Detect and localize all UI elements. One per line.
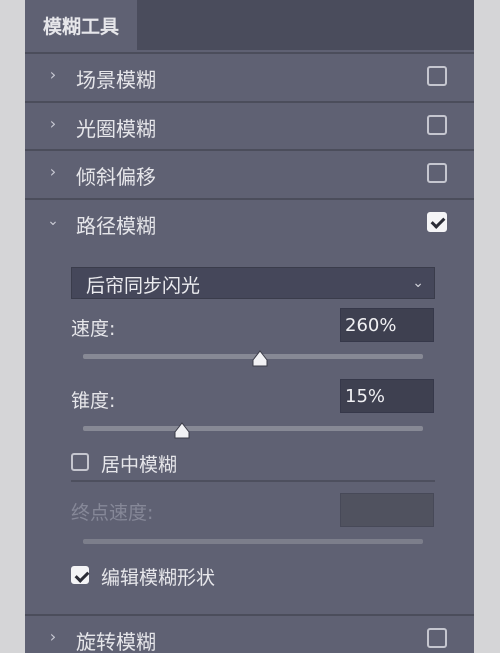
- dropdown-value: 后帘同步闪光: [86, 275, 201, 297]
- blur-preset-dropdown[interactable]: 后帘同步闪光 ⌄: [71, 267, 435, 299]
- end-speed-slider-track: [83, 539, 423, 544]
- centered-blur-checkbox[interactable]: [71, 453, 89, 471]
- section-label: 倾斜偏移: [76, 165, 156, 189]
- field-blur-checkbox[interactable]: [427, 66, 447, 86]
- triangle-handle-icon[interactable]: [173, 422, 191, 440]
- section-path-blur[interactable]: ⌄ 路径模糊: [25, 198, 474, 246]
- end-speed-label: 终点速度:: [71, 502, 154, 524]
- chevron-right-icon[interactable]: ›: [45, 116, 61, 132]
- chevron-right-icon[interactable]: ›: [45, 67, 61, 83]
- edit-blur-shapes-label: 编辑模糊形状: [101, 567, 216, 589]
- section-field-blur[interactable]: › 场景模糊: [25, 52, 474, 100]
- chevron-right-icon[interactable]: ›: [45, 164, 61, 180]
- section-label: 路径模糊: [76, 214, 156, 238]
- section-iris-blur[interactable]: › 光圈模糊: [25, 101, 474, 149]
- section-tilt-shift[interactable]: › 倾斜偏移: [25, 149, 474, 197]
- centered-blur-label: 居中模糊: [101, 454, 178, 476]
- chevron-right-icon[interactable]: ›: [45, 629, 61, 645]
- taper-input[interactable]: 15%: [340, 379, 434, 413]
- speed-value: 260%: [345, 315, 397, 336]
- path-blur-checkbox[interactable]: [427, 212, 447, 232]
- tab-label: 模糊工具: [42, 15, 119, 38]
- taper-label: 锥度:: [71, 390, 116, 412]
- taper-value: 15%: [345, 386, 386, 407]
- speed-label: 速度:: [71, 318, 116, 340]
- taper-slider-track[interactable]: [83, 426, 423, 431]
- spin-blur-checkbox[interactable]: [427, 628, 447, 648]
- end-speed-input: [340, 493, 434, 527]
- triangle-handle-icon[interactable]: [251, 350, 269, 368]
- section-label: 旋转模糊: [76, 630, 156, 653]
- section-label: 光圈模糊: [76, 117, 156, 141]
- speed-input[interactable]: 260%: [340, 308, 434, 342]
- chevron-down-icon: ⌄: [412, 275, 424, 291]
- tab-bar: 模糊工具: [25, 0, 474, 50]
- blur-tools-panel: 模糊工具 › 场景模糊 › 光圈模糊 › 倾斜偏移 ⌄ 路径模糊 后帘同步闪光 …: [25, 0, 474, 653]
- section-label: 场景模糊: [76, 68, 156, 92]
- edit-blur-shapes-checkbox[interactable]: [71, 566, 89, 584]
- divider: [71, 480, 435, 482]
- iris-blur-checkbox[interactable]: [427, 115, 447, 135]
- chevron-down-icon[interactable]: ⌄: [45, 213, 61, 229]
- tab-blur-tools[interactable]: 模糊工具: [25, 0, 137, 50]
- tilt-shift-checkbox[interactable]: [427, 163, 447, 183]
- section-spin-blur[interactable]: › 旋转模糊: [25, 614, 474, 653]
